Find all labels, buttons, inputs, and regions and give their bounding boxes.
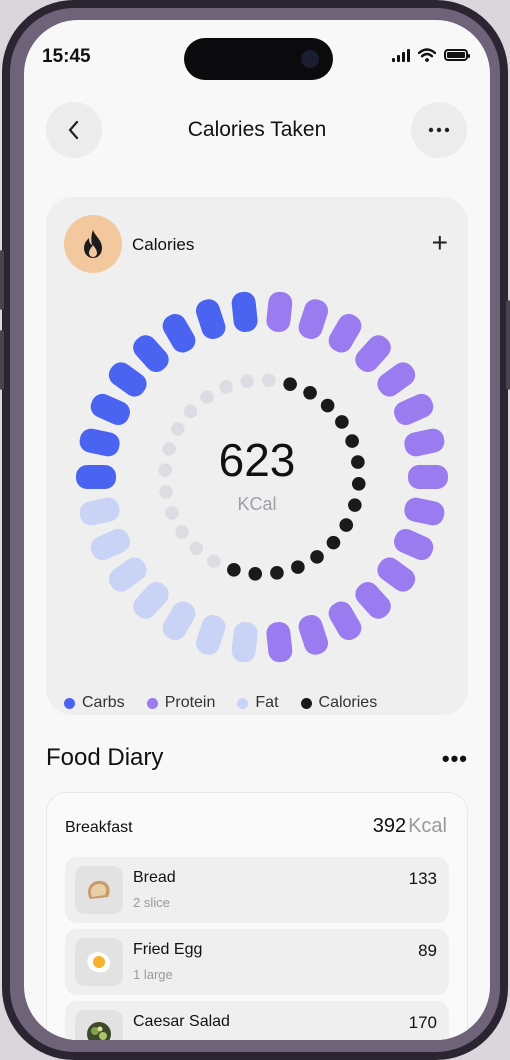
legend-label: Carbs	[82, 694, 125, 711]
ring-dot	[248, 566, 263, 581]
legend-item-fat: Fat	[237, 694, 279, 712]
ring-dot	[291, 560, 305, 574]
ring-segment	[266, 622, 293, 663]
meal-total: 392 Kcal	[373, 815, 447, 838]
food-name: Caesar Salad	[133, 1013, 230, 1030]
food-item[interactable]: Bread 2 slice 133	[65, 857, 449, 923]
ring-dot	[240, 374, 254, 388]
ring-dot	[303, 385, 317, 400]
ring-dot	[320, 398, 335, 413]
status-icons	[392, 48, 470, 62]
more-horizontal-icon	[428, 127, 450, 133]
ring-segment	[162, 313, 196, 353]
calories-card: Calories + 623 KCal Carbs Protein Fat Ca…	[46, 197, 468, 715]
side-button	[506, 300, 510, 390]
food-diary-more-button[interactable]: •••	[442, 746, 468, 772]
ring-dot	[261, 373, 276, 388]
calories-legend: Carbs Protein Fat Calories	[64, 694, 377, 712]
meal-total-unit: Kcal	[408, 815, 447, 837]
carbs-dot	[64, 697, 75, 709]
ring-segment	[266, 291, 293, 332]
ring-dot	[270, 566, 284, 580]
ring-segment	[133, 335, 169, 372]
ring-dot	[339, 518, 354, 532]
ring-dot	[326, 535, 341, 550]
fried-egg-icon	[75, 938, 123, 986]
food-item[interactable]: Caesar Salad 170	[65, 1001, 449, 1040]
ring-dot	[283, 377, 297, 391]
ring-segment	[108, 362, 147, 397]
calories-dot	[300, 697, 312, 709]
fat-dot	[237, 697, 249, 709]
ring-segment	[195, 615, 226, 655]
ring-segment	[377, 557, 416, 592]
camera-icon	[301, 50, 319, 68]
ring-segment	[328, 313, 362, 353]
ring-dot	[227, 563, 241, 577]
ring-dot	[310, 550, 324, 564]
signal-icon	[392, 48, 410, 62]
ring-segment	[328, 601, 362, 641]
food-item[interactable]: Fried Egg 1 large 89	[65, 929, 449, 995]
ring-dot	[189, 541, 204, 556]
ring-segment	[133, 582, 169, 619]
ring-segment	[377, 362, 416, 397]
food-diary-title: Food Diary	[46, 744, 164, 771]
ring-dot	[207, 554, 221, 569]
legend-label: Protein	[164, 694, 216, 711]
dynamic-island	[184, 38, 333, 80]
food-qty: 2 slice	[133, 895, 170, 910]
ring-segment	[231, 622, 258, 663]
protein-dot	[146, 697, 158, 709]
ring-segment	[231, 291, 258, 332]
food-name: Bread	[133, 869, 176, 886]
ring-segment	[195, 299, 226, 339]
food-calories: 170	[408, 1013, 437, 1032]
ring-dot	[219, 380, 233, 394]
battery-icon	[444, 49, 470, 61]
bread-icon	[75, 866, 123, 914]
food-qty: 1 large	[133, 967, 173, 982]
legend-item-calories: Calories	[300, 694, 378, 712]
ring-dot	[175, 525, 189, 539]
app-screen: 15:45 Calories Taken Calories + 623 KCal…	[24, 20, 490, 1040]
wifi-icon	[418, 48, 436, 62]
calories-unit: KCal	[237, 494, 277, 514]
legend-label: Calories	[318, 694, 378, 711]
ring-segment	[90, 528, 130, 561]
ring-segment	[298, 299, 329, 339]
legend-label: Fat	[255, 694, 279, 711]
legend-item-carbs: Carbs	[64, 694, 125, 712]
status-time: 15:45	[42, 46, 91, 67]
ring-segment	[90, 393, 130, 426]
meal-name: Breakfast	[65, 819, 133, 836]
meal-total-value: 392	[372, 815, 407, 837]
ring-segment	[394, 393, 434, 426]
ring-dot	[183, 404, 198, 419]
ring-segment	[298, 615, 329, 655]
ring-dot	[200, 390, 214, 404]
more-options-button[interactable]	[411, 102, 467, 158]
food-calories: 133	[408, 869, 437, 888]
ring-segment	[162, 601, 196, 641]
side-button	[0, 330, 4, 390]
ring-segment	[355, 335, 391, 372]
meal-card-breakfast[interactable]: Breakfast 392 Kcal Bread 2 slice 133 Frie…	[46, 792, 468, 1040]
food-calories: 89	[418, 941, 437, 960]
salad-icon	[75, 1010, 123, 1040]
food-name: Fried Egg	[133, 941, 203, 958]
side-button	[0, 250, 4, 310]
ring-dot	[335, 415, 349, 429]
calories-value: 623	[218, 434, 296, 486]
ring-segment	[108, 557, 147, 592]
calories-ring	[76, 291, 448, 663]
ring-segment	[394, 528, 434, 561]
ring-segment	[355, 582, 391, 619]
legend-item-protein: Protein	[146, 694, 216, 712]
